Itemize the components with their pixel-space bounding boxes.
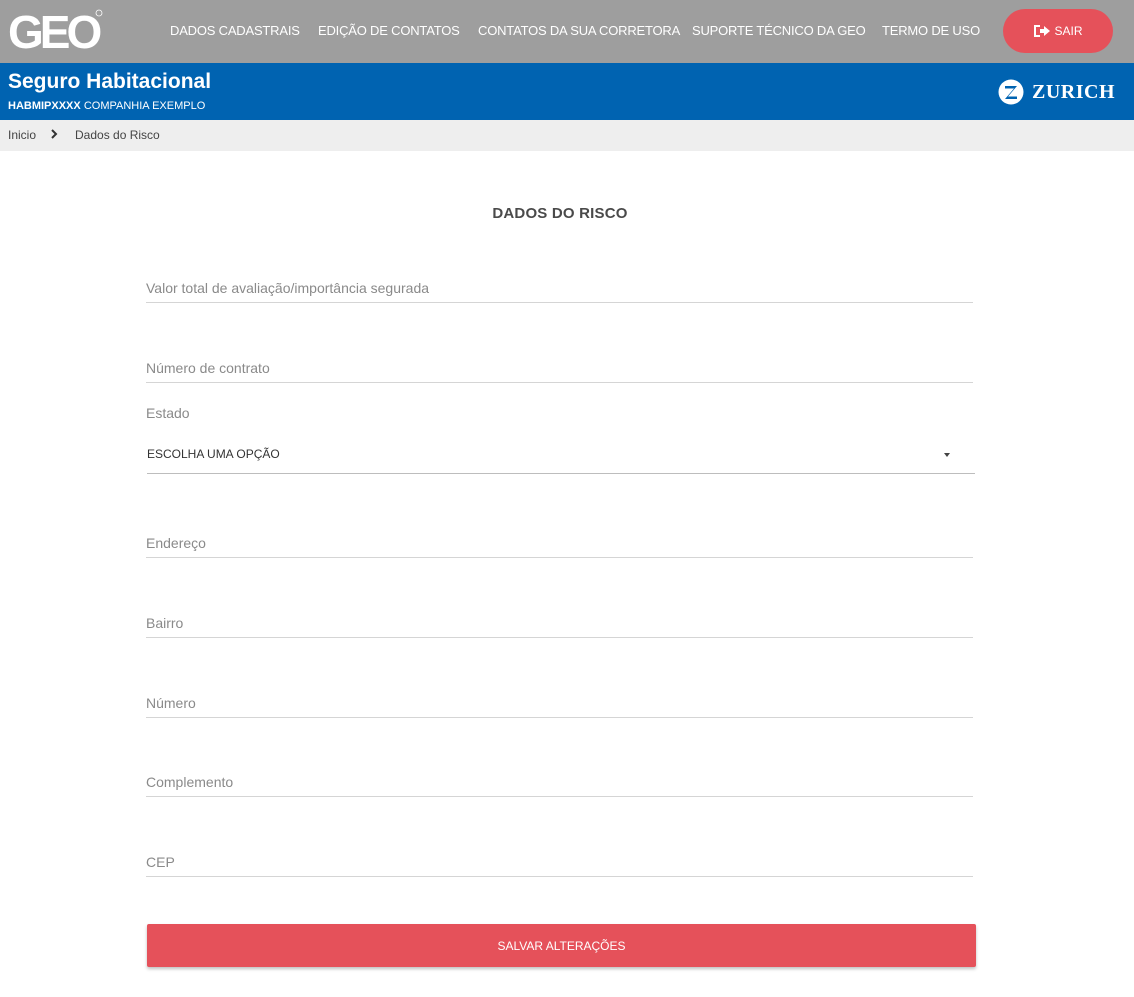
cep-field[interactable]	[146, 837, 973, 877]
endereco-field[interactable]	[146, 518, 973, 558]
zurich-logo: ZURICH	[998, 79, 1115, 105]
company-name: COMPANHIA EXEMPLO	[83, 100, 206, 112]
valor-avaliacao-field[interactable]	[146, 263, 973, 303]
geo-logo[interactable]: GEO	[8, 8, 104, 54]
nav-termo-de-uso[interactable]: TERMO DE USO	[882, 23, 980, 38]
nav-edicao-contatos[interactable]: EDIÇÃO DE CONTATOS	[318, 23, 460, 38]
estado-label: Estado	[146, 405, 190, 421]
bairro-field[interactable]	[146, 598, 973, 638]
complemento-field[interactable]	[146, 757, 973, 797]
valor-avaliacao-input[interactable]	[146, 280, 973, 296]
zurich-logo-text: ZURICH	[1032, 80, 1116, 103]
bairro-input[interactable]	[146, 615, 973, 631]
breadcrumb-current: Dados do Risco	[75, 128, 160, 142]
breadcrumb: Inicio Dados do Risco	[0, 120, 1134, 151]
save-changes-button[interactable]: SALVAR ALTERAÇÕES	[147, 924, 976, 967]
product-title: Seguro Habitacional	[8, 70, 212, 93]
zurich-z-icon	[998, 79, 1024, 105]
endereco-input[interactable]	[146, 535, 973, 551]
logout-label: SAIR	[1054, 24, 1083, 38]
sign-out-icon	[1034, 25, 1051, 37]
estado-select[interactable]: ESCOLHA UMA OPÇÃO	[147, 440, 975, 474]
nav-dados-cadastrais[interactable]: DADOS CADASTRAIS	[170, 23, 300, 38]
estado-selected-value: ESCOLHA UMA OPÇÃO	[147, 447, 280, 461]
logout-button[interactable]: SAIR	[1003, 9, 1113, 53]
product-subtitle: HABMIPXXXX COMPANHIA EXEMPLO	[8, 100, 205, 112]
page-title: DADOS DO RISCO	[492, 205, 628, 222]
chevron-right-icon	[51, 129, 58, 139]
top-navbar: GEO DADOS CADASTRAIS EDIÇÃO DE CONTATOS …	[0, 0, 1134, 63]
caret-down-icon	[944, 453, 950, 457]
numero-contrato-input[interactable]	[146, 360, 973, 376]
cep-input[interactable]	[146, 854, 973, 870]
numero-input[interactable]	[146, 695, 973, 711]
numero-field[interactable]	[146, 678, 973, 718]
nav-suporte-tecnico[interactable]: SUPORTE TÉCNICO DA GEO	[692, 23, 866, 38]
policy-code: HABMIPXXXX	[8, 100, 81, 112]
breadcrumb-home[interactable]: Inicio	[8, 128, 36, 142]
complemento-input[interactable]	[146, 774, 973, 790]
product-header: Seguro Habitacional HABMIPXXXX COMPANHIA…	[0, 63, 1134, 120]
nav-contatos-corretora[interactable]: CONTATOS DA SUA CORRETORA	[478, 23, 680, 38]
numero-contrato-field[interactable]	[146, 343, 973, 383]
geo-logo-text: GEO	[8, 8, 100, 54]
